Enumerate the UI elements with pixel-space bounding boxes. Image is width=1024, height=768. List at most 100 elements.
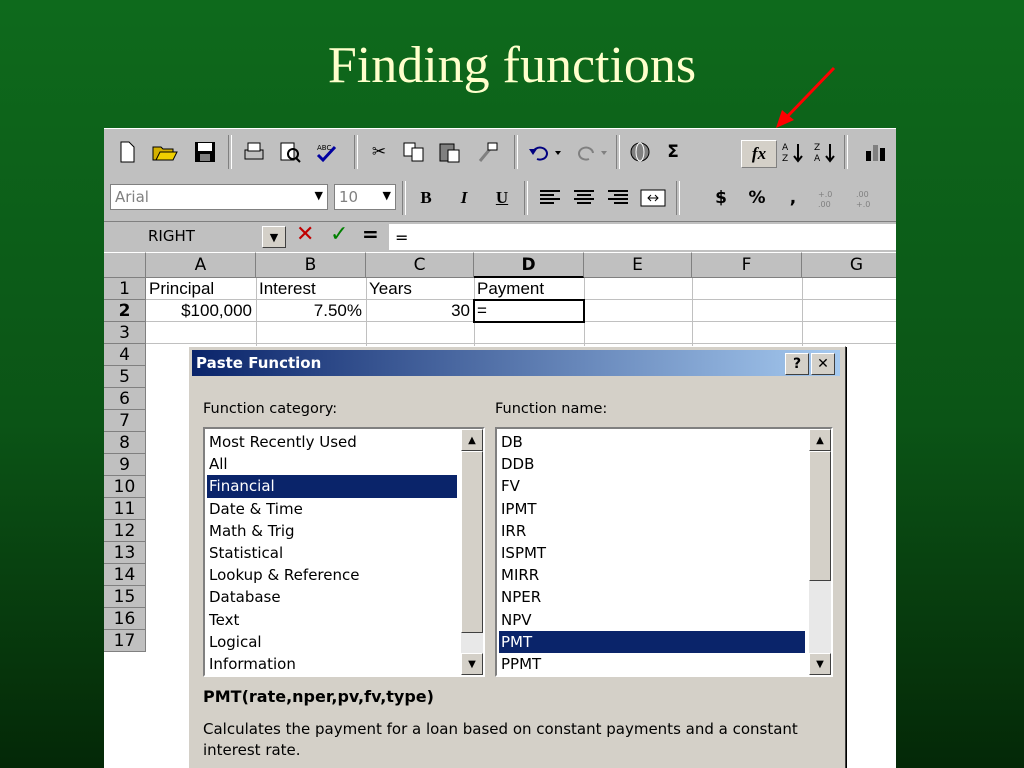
list-item[interactable]: Text — [207, 609, 457, 631]
format-painter-icon[interactable] — [472, 138, 502, 166]
row-header[interactable]: 1 — [104, 278, 146, 300]
cell-a2[interactable]: $100,000 — [146, 300, 256, 322]
list-item[interactable]: DB — [499, 431, 805, 453]
close-icon[interactable]: ✕ — [811, 353, 835, 375]
cell-a1[interactable]: Principal — [146, 278, 259, 300]
scroll-down-icon[interactable]: ▼ — [809, 653, 831, 675]
column-header[interactable]: D — [474, 252, 584, 278]
paste-function-icon[interactable]: fx — [741, 140, 777, 168]
print-icon[interactable] — [240, 138, 268, 166]
spelling-check-icon[interactable]: ABC — [312, 138, 342, 166]
comma-style-button[interactable]: , — [782, 184, 804, 212]
cut-icon[interactable]: ✂ — [366, 138, 392, 166]
align-right-icon[interactable] — [604, 184, 632, 212]
sort-ascending-icon[interactable]: AZ — [780, 138, 806, 166]
row-header[interactable]: 6 — [104, 388, 146, 410]
underline-button[interactable]: U — [490, 184, 514, 212]
cell-b2[interactable]: 7.50% — [256, 300, 366, 322]
enter-icon[interactable]: ✓ — [330, 222, 348, 247]
function-name-listbox[interactable]: DB DDB FV IPMT IRR ISPMT MIRR NPER NPV P… — [495, 427, 833, 677]
scroll-up-icon[interactable]: ▲ — [461, 429, 483, 451]
list-item[interactable]: Math & Trig — [207, 520, 457, 542]
column-header[interactable]: B — [256, 252, 366, 278]
autosum-icon[interactable]: Σ — [660, 138, 686, 166]
chevron-down-icon[interactable]: ▼ — [262, 226, 286, 248]
cell-c1[interactable]: Years — [366, 278, 477, 300]
row-header[interactable]: 13 — [104, 542, 146, 564]
list-item[interactable]: Financial — [207, 475, 457, 498]
row-header[interactable]: 9 — [104, 454, 146, 476]
column-header[interactable]: G — [802, 252, 896, 278]
copy-icon[interactable] — [400, 138, 428, 166]
undo-icon[interactable] — [526, 138, 566, 166]
list-item[interactable]: ISPMT — [499, 542, 805, 564]
percent-button[interactable]: % — [744, 184, 770, 212]
formula-input[interactable]: = — [389, 224, 896, 250]
category-scrollbar[interactable]: ▲ ▼ — [461, 429, 483, 675]
row-header[interactable]: 2 — [104, 300, 146, 322]
sort-descending-icon[interactable]: ZA — [812, 138, 838, 166]
row-header[interactable]: 15 — [104, 586, 146, 608]
cell-b1[interactable]: Interest — [256, 278, 369, 300]
scroll-up-icon[interactable]: ▲ — [809, 429, 831, 451]
new-document-icon[interactable] — [114, 138, 140, 166]
bold-button[interactable]: B — [414, 184, 438, 212]
dialog-title-bar[interactable]: Paste Function — [192, 350, 840, 376]
list-item[interactable]: FV — [499, 475, 805, 497]
function-scrollbar[interactable]: ▲ ▼ — [809, 429, 831, 675]
scroll-thumb[interactable] — [809, 451, 831, 581]
list-item[interactable]: Logical — [207, 631, 457, 653]
list-item[interactable]: NPV — [499, 609, 805, 631]
edit-formula-icon[interactable]: = — [362, 222, 379, 246]
print-preview-icon[interactable] — [276, 138, 304, 166]
column-header[interactable]: F — [692, 252, 802, 278]
list-item[interactable]: Lookup & Reference — [207, 564, 457, 586]
open-folder-icon[interactable] — [150, 138, 180, 166]
select-all-corner[interactable] — [104, 252, 146, 278]
redo-icon[interactable] — [570, 138, 610, 166]
currency-button[interactable]: $ — [708, 184, 734, 212]
cell-c2[interactable]: 30 — [366, 300, 474, 322]
scroll-thumb[interactable] — [461, 451, 483, 633]
row-header[interactable]: 8 — [104, 432, 146, 454]
row-header[interactable]: 12 — [104, 520, 146, 542]
row-header[interactable]: 4 — [104, 344, 146, 366]
merge-center-icon[interactable] — [638, 184, 668, 212]
list-item[interactable]: All — [207, 453, 457, 475]
list-item[interactable]: Statistical — [207, 542, 457, 564]
list-item[interactable]: Most Recently Used — [207, 431, 457, 453]
column-header[interactable]: E — [584, 252, 692, 278]
font-name-dropdown[interactable]: Arial ▼ — [110, 184, 328, 210]
column-header[interactable]: C — [366, 252, 474, 278]
row-header[interactable]: 7 — [104, 410, 146, 432]
font-size-dropdown[interactable]: 10 ▼ — [334, 184, 396, 210]
list-item[interactable]: Date & Time — [207, 498, 457, 520]
column-header[interactable]: A — [146, 252, 256, 278]
save-disk-icon[interactable] — [192, 138, 218, 166]
increase-decimal-icon[interactable]: +.0.00 — [814, 184, 848, 212]
row-header[interactable]: 16 — [104, 608, 146, 630]
decrease-decimal-icon[interactable]: .00 +.0 — [852, 184, 886, 212]
list-item[interactable]: IPMT — [499, 498, 805, 520]
list-item[interactable]: DDB — [499, 453, 805, 475]
row-header[interactable]: 14 — [104, 564, 146, 586]
scroll-down-icon[interactable]: ▼ — [461, 653, 483, 675]
list-item[interactable]: IRR — [499, 520, 805, 542]
list-item[interactable]: PPMT — [499, 653, 805, 675]
italic-button[interactable]: I — [452, 184, 476, 212]
row-header[interactable]: 3 — [104, 322, 146, 344]
category-listbox[interactable]: Most Recently Used All Financial Date & … — [203, 427, 485, 677]
list-item[interactable]: Information — [207, 653, 457, 675]
list-item[interactable]: MIRR — [499, 564, 805, 586]
row-header[interactable]: 11 — [104, 498, 146, 520]
list-item[interactable]: PMT — [499, 630, 805, 653]
help-button[interactable]: ? — [785, 353, 809, 375]
name-box[interactable]: RIGHT — [148, 224, 258, 248]
paste-icon[interactable] — [436, 138, 464, 166]
list-item[interactable]: NPER — [499, 586, 805, 608]
list-item[interactable]: Database — [207, 586, 457, 608]
align-left-icon[interactable] — [536, 184, 564, 212]
align-center-icon[interactable] — [570, 184, 598, 212]
row-header[interactable]: 17 — [104, 630, 146, 652]
web-globe-icon[interactable] — [626, 138, 656, 166]
